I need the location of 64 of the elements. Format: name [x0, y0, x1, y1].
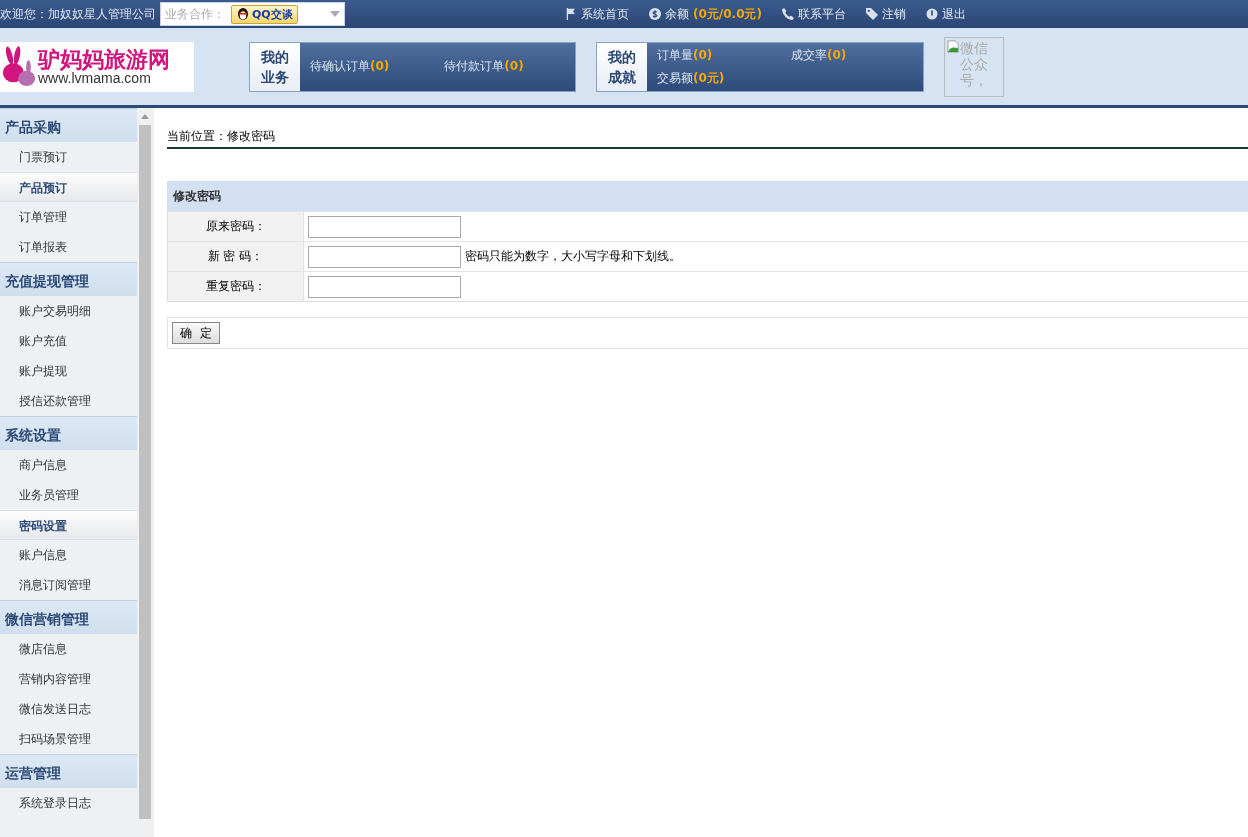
menu-group-title[interactable]: 充值提现管理: [0, 262, 137, 296]
panel-title: 我的成就: [597, 42, 647, 91]
menu-item[interactable]: 账户信息: [0, 540, 137, 570]
menu-item[interactable]: 密码设置: [0, 510, 137, 540]
top-link[interactable]: 余额 (0元/0.0元): [649, 5, 762, 23]
welcome-text: 欢迎您：加奴奴星人管理公司: [0, 5, 156, 23]
tag-icon: [865, 8, 878, 20]
menu-item[interactable]: 微店信息: [0, 634, 137, 664]
dollar-icon: [649, 8, 661, 20]
menu-item[interactable]: 账户提现: [0, 356, 137, 386]
menu-group-title[interactable]: 运营管理: [0, 754, 137, 788]
stat-text[interactable]: 订单量(0): [657, 46, 791, 64]
menu-item[interactable]: 账户交易明细: [0, 296, 137, 326]
menu-item[interactable]: 授信还款管理: [0, 386, 137, 416]
phone-icon: [781, 8, 794, 20]
penguin-icon: [236, 7, 250, 21]
top-link[interactable]: 注销: [865, 5, 906, 23]
power-icon: [925, 8, 938, 20]
qq-chat-button[interactable]: QQ交谈: [231, 4, 298, 24]
scroll-thumb[interactable]: [139, 125, 151, 819]
field-hint: 密码只能为数字，大小写字母和下划线。: [465, 248, 681, 265]
menu-item[interactable]: 门票预订: [0, 142, 137, 172]
broken-image-icon: [947, 39, 960, 53]
top-link[interactable]: 系统首页: [565, 5, 629, 23]
menu-item[interactable]: 扫码场景管理: [0, 724, 137, 754]
top-link[interactable]: 联系平台: [781, 5, 846, 23]
menu-group-title[interactable]: 系统设置: [0, 416, 137, 450]
menu-group-title[interactable]: 产品采购: [0, 108, 137, 142]
field-label: 重复密码：: [168, 272, 304, 301]
logo-title: 驴妈妈旅游网: [38, 47, 170, 71]
broken-image: 微信公众号，: [944, 36, 1004, 97]
rabbit-drawing: [0, 44, 38, 89]
menu-item[interactable]: 营销内容管理: [0, 664, 137, 694]
stat-text[interactable]: 交易额(0元): [657, 69, 791, 87]
stat-text[interactable]: 成交率(0): [791, 46, 847, 64]
menu-group-title[interactable]: 微信营销管理: [0, 600, 137, 634]
scroll-up-icon: [141, 114, 149, 119]
stat-text[interactable]: 待付款订单(0): [444, 58, 524, 75]
flag-icon: [565, 8, 577, 20]
breadcrumb: 当前位置：修改密码: [167, 128, 1248, 149]
top-link[interactable]: 退出: [925, 5, 966, 23]
menu-item[interactable]: 账户充值: [0, 326, 137, 356]
menu-item[interactable]: 产品预订: [0, 172, 137, 202]
partner-dropdown[interactable]: 业务合作： QQ交谈: [160, 2, 345, 26]
partner-label: 业务合作：: [165, 5, 225, 23]
password-field[interactable]: [308, 245, 461, 268]
field-label: 原来密码：: [168, 212, 304, 241]
menu-item[interactable]: 系统登录日志: [0, 788, 137, 818]
form-title: 修改密码: [167, 181, 1248, 211]
password-field[interactable]: [308, 275, 461, 298]
menu-item[interactable]: 订单管理: [0, 202, 137, 232]
panel-title: 我的业务: [250, 42, 300, 91]
menu-item[interactable]: 业务员管理: [0, 480, 137, 510]
logo-url: www.lvmama.com: [38, 70, 151, 86]
confirm-button[interactable]: 确 定: [172, 322, 220, 344]
menu-item[interactable]: 商户信息: [0, 450, 137, 480]
menu-item[interactable]: 微信发送日志: [0, 694, 137, 724]
menu-item[interactable]: 消息订阅管理: [0, 570, 137, 600]
menu-item[interactable]: 订单报表: [0, 232, 137, 262]
caret-icon: [330, 11, 340, 17]
password-field[interactable]: [308, 215, 461, 238]
field-label: 新 密 码：: [168, 242, 304, 271]
logo[interactable]: 驴妈妈旅游网 www.lvmama.com: [0, 41, 194, 92]
stat-text[interactable]: 待确认订单(0): [310, 58, 390, 75]
